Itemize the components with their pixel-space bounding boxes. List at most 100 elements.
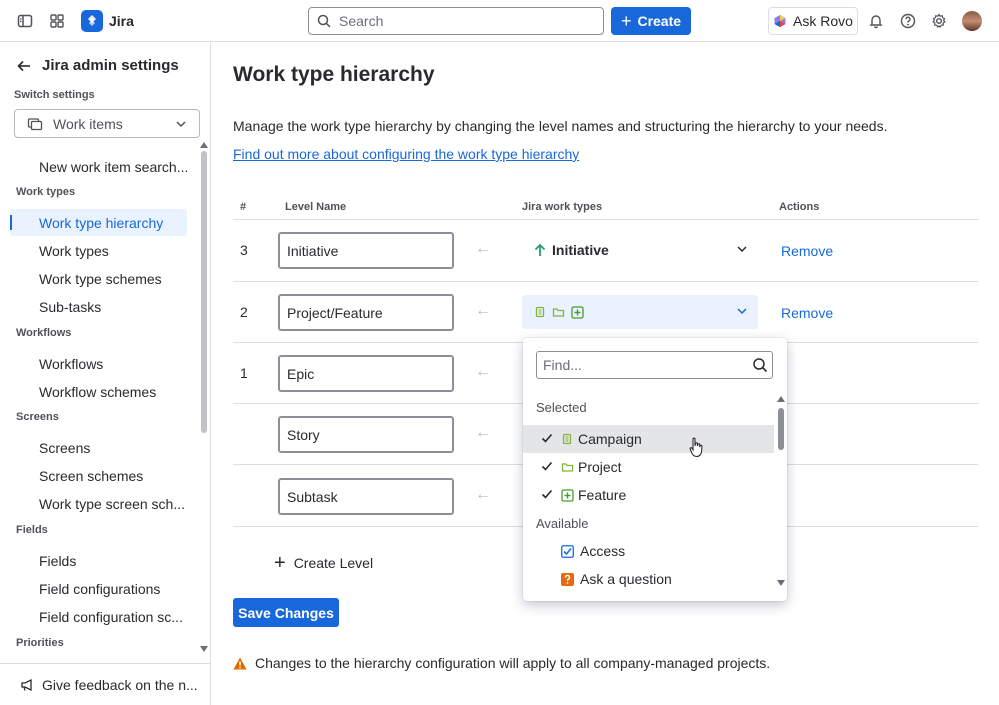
work-items-icon [27, 117, 43, 130]
search-icon [317, 14, 331, 28]
project-folder-icon [552, 308, 565, 317]
sidebar-group-heading: Workflows [16, 327, 72, 339]
ask-rovo-label: Ask Rovo [793, 13, 853, 29]
arrow-left-icon [17, 60, 30, 71]
sidebar-item[interactable]: Work type screen sch... [10, 491, 187, 518]
app-switcher-icon[interactable] [47, 11, 67, 31]
app-name[interactable]: Jira [109, 13, 134, 29]
save-changes-button[interactable]: Save Changes [233, 598, 339, 627]
hand-cursor-icon [689, 437, 703, 458]
option-label: Access [580, 543, 626, 559]
scroll-down-icon[interactable] [777, 580, 785, 586]
create-button-label: Create [637, 13, 682, 29]
arrow-left-icon: ← [475, 240, 491, 257]
arrow-left-icon: ← [475, 302, 491, 319]
option-campaign[interactable]: Campaign [523, 425, 774, 453]
dropdown-scroll-thumb[interactable] [778, 408, 784, 450]
switch-settings-label: Switch settings [14, 89, 95, 101]
option-access[interactable]: Access [523, 537, 774, 565]
sidebar-group-heading: Screens [16, 411, 59, 424]
work-type-select[interactable]: Initiative [522, 233, 758, 267]
plus-icon: + [274, 552, 286, 574]
sidebar-item[interactable]: Workflows [10, 350, 187, 377]
search-placeholder: Search [339, 13, 384, 29]
option-label: Campaign [578, 431, 642, 447]
level-name-input[interactable]: Project/Feature [278, 294, 454, 331]
sidebar-item[interactable]: Work types [10, 237, 187, 264]
sidebar-scroll-thumb[interactable] [201, 151, 207, 433]
find-placeholder: Find... [543, 357, 582, 373]
sidebar-item[interactable]: Work type hierarchy [10, 209, 187, 237]
sidebar-item[interactable]: Work type schemes [10, 266, 187, 293]
checkbox-icon [561, 545, 574, 558]
warning-message: Changes to the hierarchy configuration w… [233, 655, 770, 671]
sidebar-item[interactable]: Screen schemes [10, 463, 187, 490]
give-feedback-button[interactable]: Give feedback on the n... [0, 663, 210, 705]
sidebar-item[interactable]: Field configurations [10, 575, 187, 602]
scroll-down-icon[interactable] [200, 646, 208, 652]
option-feature[interactable]: Feature [523, 481, 774, 509]
sidebar-item[interactable]: Workflow schemes [10, 378, 187, 405]
level-name-input[interactable]: Subtask [278, 478, 454, 515]
divider [233, 219, 978, 220]
sidebar-scrollbar[interactable] [199, 141, 209, 653]
column-header-num: # [240, 201, 247, 213]
sidebar-title: Jira admin settings [42, 57, 179, 74]
sidebar-group-heading: Priorities [16, 636, 64, 649]
level-name-input[interactable]: Initiative [278, 232, 454, 269]
learn-more-link[interactable]: Find out more about configuring the work… [233, 146, 579, 162]
dropdown-scrollbar[interactable] [776, 396, 786, 586]
column-header-level-name: Level Name [285, 201, 347, 213]
remove-level-link[interactable]: Remove [781, 243, 833, 259]
switch-settings-select[interactable]: Work items [14, 109, 200, 138]
scroll-up-icon[interactable] [777, 396, 785, 402]
option-label: Project [578, 459, 622, 475]
option-label: Feature [578, 487, 627, 503]
level-name-input[interactable]: Story [278, 416, 454, 453]
level-name-input[interactable]: Epic [278, 355, 454, 392]
create-level-label: Create Level [293, 555, 374, 571]
feature-plus-icon [561, 489, 574, 502]
scroll-up-icon[interactable] [200, 142, 208, 148]
work-type-select-open[interactable] [522, 295, 758, 329]
create-level-button[interactable]: + Create Level [274, 553, 373, 573]
check-icon [541, 461, 553, 471]
sidebar-item[interactable]: Fields [10, 547, 187, 574]
column-header-work-types: Jira work types [522, 201, 603, 213]
arrow-left-icon: ← [475, 424, 491, 441]
sidebar-item[interactable]: Sub-tasks [10, 294, 187, 321]
gear-icon[interactable] [929, 11, 949, 31]
warning-icon [233, 657, 247, 669]
work-type-dropdown: Find... Selected Campaign Project Featur… [523, 338, 787, 601]
chevron-down-icon [176, 121, 186, 128]
available-heading: Available [536, 516, 589, 531]
arrow-left-icon: ← [475, 486, 491, 503]
sidebar-item[interactable]: Field configuration sc... [10, 603, 187, 630]
sidebar-item[interactable]: New work item search... [10, 153, 187, 180]
user-avatar[interactable] [962, 11, 982, 31]
jira-logo-icon[interactable] [81, 10, 103, 32]
project-folder-icon [561, 463, 574, 472]
sidebar-item[interactable]: Screens [10, 434, 187, 461]
selected-heading: Selected [536, 400, 587, 415]
search-input[interactable]: Search [308, 7, 604, 35]
row-number: 3 [240, 242, 248, 258]
sidebar-toggle-icon[interactable] [15, 11, 35, 31]
row-number: 2 [240, 304, 248, 320]
create-button[interactable]: + Create [611, 7, 691, 35]
option-ask-a-question[interactable]: Ask a question [523, 565, 774, 593]
remove-level-link[interactable]: Remove [781, 305, 833, 321]
ask-rovo-button[interactable]: Ask Rovo [768, 7, 858, 35]
arrow-left-icon: ← [475, 363, 491, 380]
campaign-icon [562, 433, 572, 445]
back-to-settings[interactable]: Jira admin settings [16, 57, 179, 74]
find-input[interactable]: Find... [536, 351, 773, 379]
rovo-icon [774, 15, 786, 27]
bell-icon[interactable] [866, 11, 886, 31]
plus-icon: + [620, 11, 632, 31]
help-icon[interactable] [898, 11, 918, 31]
option-project[interactable]: Project [523, 453, 774, 481]
sidebar-group-heading: Work types [16, 186, 76, 199]
chevron-down-icon [737, 308, 747, 315]
option-label: Ask a question [580, 571, 672, 587]
